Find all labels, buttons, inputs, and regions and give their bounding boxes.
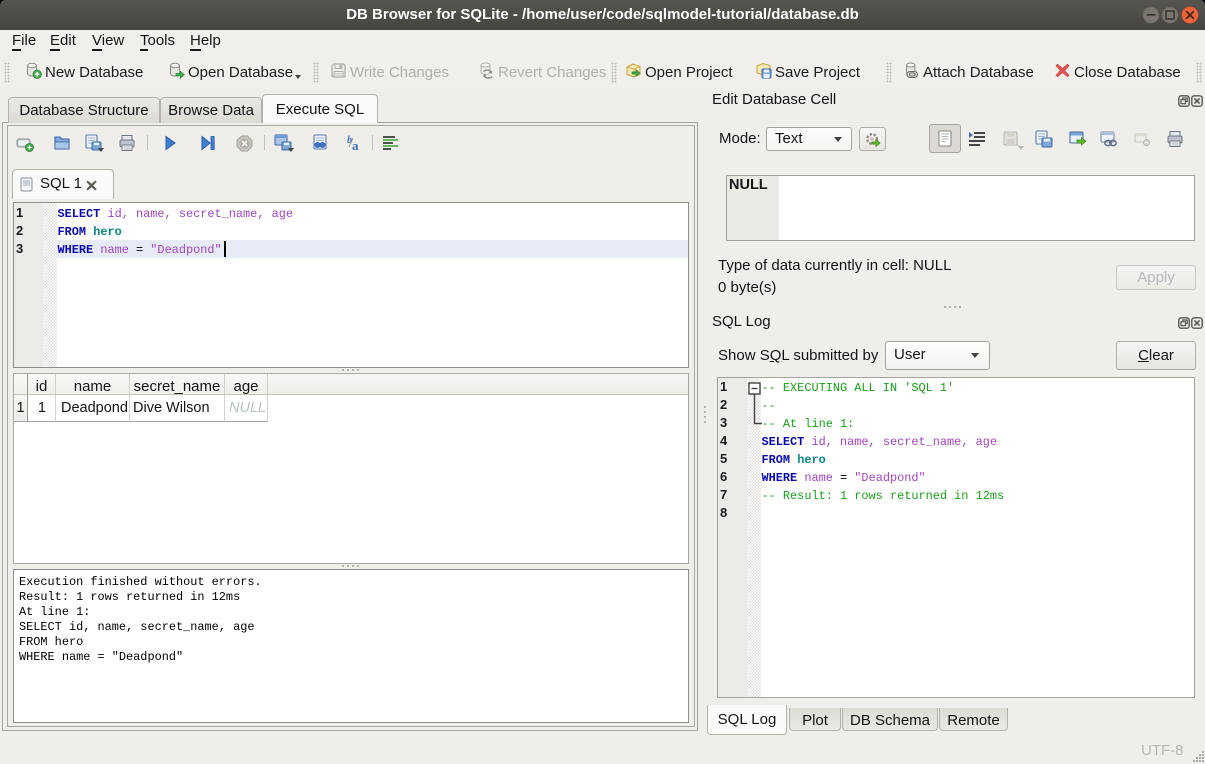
svg-text:a: a (352, 138, 359, 152)
